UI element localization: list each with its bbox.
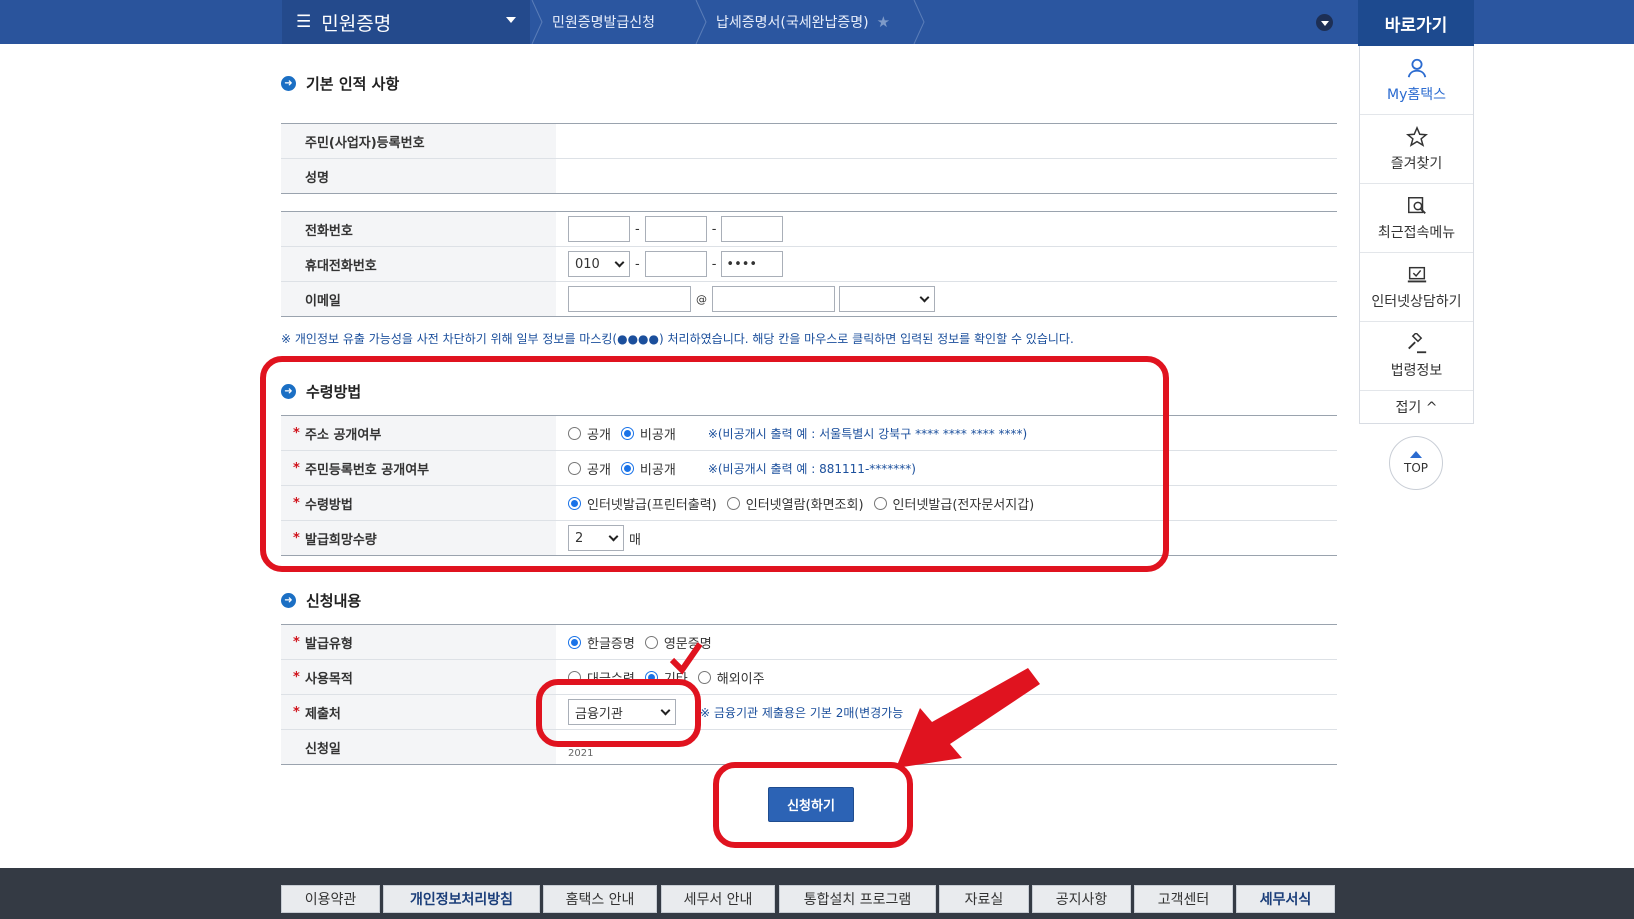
annotation-highlight-submit-to (536, 679, 701, 747)
breadcrumb-item-2[interactable]: 납세증명서(국세완납증명) ★ (716, 0, 890, 44)
quick-menu-panel: My홈택스 즐겨찾기 최근접속메뉴 인터넷상담하기 법령정보 접기 ^ (1359, 46, 1474, 424)
purpose-emigration-radio[interactable]: 해외이주 (697, 668, 765, 687)
user-icon (1407, 58, 1426, 77)
quick-item-favorites[interactable]: 즐겨찾기 (1360, 115, 1473, 184)
footer-link-hometax-guide[interactable]: 홈택스 안내 (543, 885, 657, 913)
breadcrumb-separator-icon (912, 0, 926, 45)
breadcrumb-separator-icon (694, 0, 708, 45)
issue-type-label: 발급유형 (305, 636, 353, 652)
annotation-arrow-icon (896, 668, 1040, 768)
arrow-right-icon: ➜ (281, 76, 296, 91)
footer-link-installer[interactable]: 통합설치 프로그램 (779, 885, 936, 913)
mobile-last-input[interactable]: •••• (721, 251, 784, 277)
email-domain-select[interactable] (839, 286, 935, 312)
footer-link-taxoffice-guide[interactable]: 세무서 안내 (661, 885, 775, 913)
submit-to-note: ※ 금융기관 제출용은 기본 2매(변경가능 (700, 705, 904, 720)
top-bar-left-strip (0, 0, 282, 44)
table-row: 신청일 2021 (281, 730, 1337, 765)
star-icon[interactable]: ★ (877, 13, 890, 31)
table-row: 이메일 @ (281, 282, 1337, 317)
recent-search-icon (1407, 196, 1426, 214)
shortcut-title: 바로가기 (1358, 0, 1474, 46)
footer-link-tax-forms[interactable]: 세무서식 (1236, 885, 1335, 913)
table-row: 휴대전화번호 010 - - •••• (281, 247, 1337, 282)
phone-part3-input[interactable] (721, 216, 784, 242)
footer-link-support[interactable]: 고객센터 (1134, 885, 1233, 913)
row-label: 주민(사업자)등록번호 (281, 124, 556, 158)
expand-down-icon[interactable] (1316, 14, 1333, 31)
fold-button[interactable]: 접기 ^ (1360, 391, 1473, 423)
caret-down-icon (506, 17, 516, 23)
table-row: * 제출처 금융기관 ※ 금융기관 제출용은 기본 2매(변경가능 (281, 695, 1337, 730)
gavel-icon (1407, 332, 1426, 353)
scroll-top-button[interactable]: TOP (1389, 436, 1443, 490)
arrow-right-icon: ➜ (281, 593, 296, 608)
basic-info-table: 주민(사업자)등록번호 성명 (281, 123, 1337, 194)
quick-item-recent-menu[interactable]: 최근접속메뉴 (1360, 184, 1473, 253)
mobile-prefix-select[interactable]: 010 (568, 251, 630, 277)
menu-label: 민원증명 (321, 12, 392, 35)
top-navigation-bar: ☰ 민원증명 민원증명발급신청 납세증명서(국세완납증명) ★ 바로가기 (0, 0, 1634, 46)
breadcrumb-item-1[interactable]: 민원증명발급신청 (552, 0, 655, 44)
quick-item-online-consult[interactable]: 인터넷상담하기 (1360, 253, 1473, 322)
phone-part1-input[interactable] (568, 216, 630, 242)
chevron-down-icon (614, 257, 625, 267)
row-value (556, 124, 1337, 158)
purpose-label: 사용목적 (305, 671, 353, 687)
hamburger-icon: ☰ (296, 12, 312, 32)
quick-item-law-info[interactable]: 법령정보 (1360, 322, 1473, 391)
star-icon (1405, 125, 1428, 147)
masking-notice: ※ 개인정보 유출 가능성을 사전 차단하기 위해 일부 정보를 마스킹(●●●… (281, 332, 1074, 346)
email-id-input[interactable] (568, 286, 691, 312)
email-label: 이메일 (281, 282, 556, 316)
section-title-apply: ➜ 신청내용 (281, 590, 361, 611)
submit-to-label: 제출처 (305, 706, 341, 722)
application-table: * 발급유형 한글증명 영문증명 * 사용목적 대금수령 기타 해외이주 * 제출처 … (281, 624, 1337, 765)
annotation-check-icon (669, 642, 703, 675)
footer-link-privacy[interactable]: 개인정보처리방침 (383, 885, 540, 913)
contact-table: 전화번호 - - 휴대전화번호 010 - - •••• 이메일 @ (281, 211, 1337, 317)
chevron-down-icon (919, 292, 930, 302)
footer-link-terms[interactable]: 이용약관 (281, 885, 380, 913)
table-row: 주민(사업자)등록번호 (281, 124, 1337, 159)
email-domain-input[interactable] (712, 286, 835, 312)
apply-date-value: 2021 (568, 747, 594, 759)
mobile-middle-input[interactable] (644, 251, 707, 277)
table-row: * 발급유형 한글증명 영문증명 (281, 625, 1337, 660)
breadcrumb-separator-icon (530, 0, 544, 45)
table-row: 전화번호 - - (281, 212, 1337, 247)
phone-part2-input[interactable] (644, 216, 707, 242)
mobile-label: 휴대전화번호 (281, 247, 556, 281)
section-title-basic: ➜ 기본 인적 사항 (281, 73, 399, 94)
table-row: * 사용목적 대금수령 기타 해외이주 (281, 660, 1337, 695)
arrow-up-icon (1410, 451, 1422, 458)
footer-link-notices[interactable]: 공지사항 (1032, 885, 1131, 913)
annotation-highlight-receive (260, 356, 1169, 572)
footer-link-archive[interactable]: 자료실 (939, 885, 1029, 913)
row-label: 성명 (281, 159, 556, 193)
row-value (556, 159, 1337, 193)
phone-label: 전화번호 (281, 212, 556, 246)
type-korean-radio[interactable]: 한글증명 (568, 633, 635, 652)
quick-item-myhometax[interactable]: My홈택스 (1360, 46, 1473, 115)
table-row: 성명 (281, 159, 1337, 194)
laptop-check-icon (1407, 266, 1426, 282)
menu-dropdown-button[interactable]: ☰ 민원증명 (282, 0, 530, 44)
apply-date-label: 신청일 (305, 741, 341, 757)
